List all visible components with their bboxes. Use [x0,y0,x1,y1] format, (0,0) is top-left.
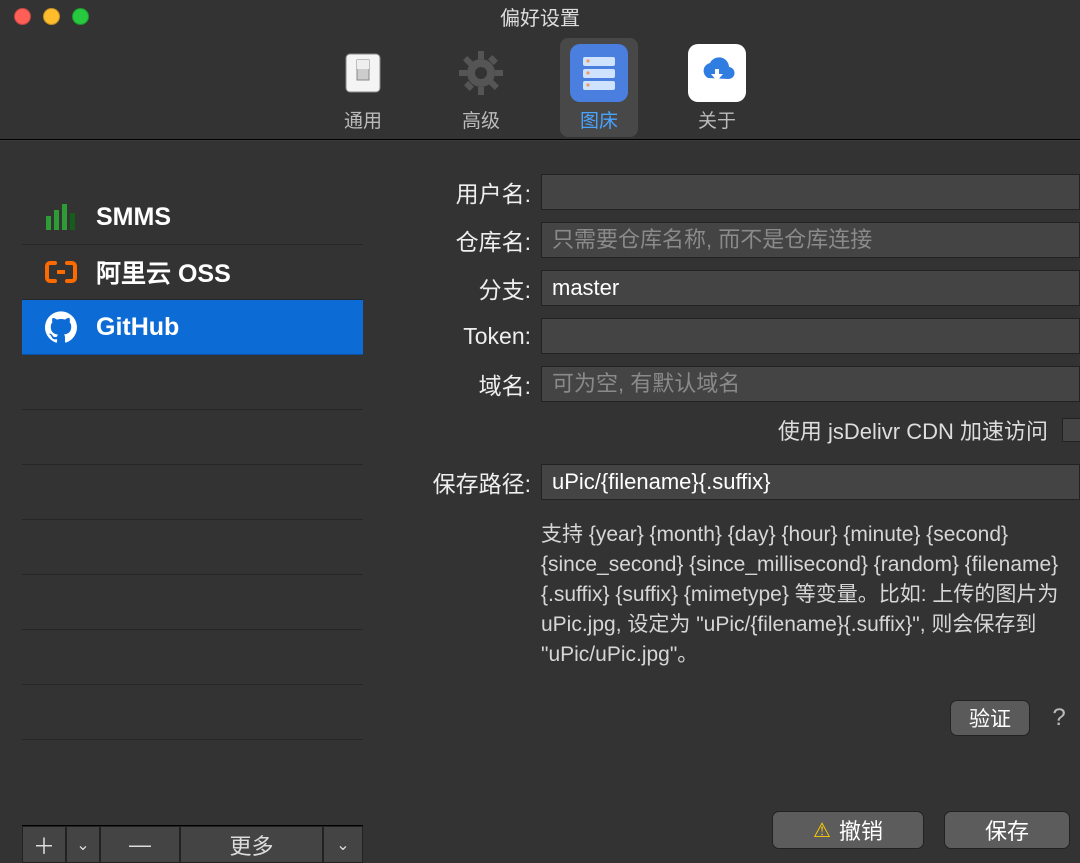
footer: ⚠ 撤销 保存 [363,791,1080,863]
switch-icon [334,44,392,102]
provider-sidebar: SMMS 阿里云 OSS GitHub [0,140,363,863]
settings-panel: 用户名: 仓库名: 分支: Token: 域名: 使用 jsDelivr CDN [363,140,1080,863]
revert-label: 撤销 [839,814,883,846]
tab-image-host-label: 图床 [580,106,618,133]
verify-button[interactable]: 验证 [950,700,1030,736]
tab-advanced-label: 高级 [462,106,500,133]
bracket-icon [44,255,78,289]
cdn-label: 使用 jsDelivr CDN 加速访问 [778,414,1048,446]
label-branch: 分支: [363,271,541,305]
cdn-checkbox[interactable] [1062,418,1080,442]
row-domain: 域名: [363,366,1080,402]
row-cdn: 使用 jsDelivr CDN 加速访问 [363,414,1080,446]
label-save-path: 保存路径: [363,465,541,499]
tab-general[interactable]: 通用 [324,38,402,137]
provider-label: SMMS [96,203,171,232]
body: SMMS 阿里云 OSS GitHub [0,140,1080,863]
add-provider-button[interactable]: ＋ [22,826,66,863]
save-path-input[interactable] [541,464,1080,500]
verify-row: 验证 ? [363,700,1080,736]
cloud-upload-icon [688,44,746,102]
titlebar: 偏好设置 [0,0,1080,32]
provider-smms[interactable]: SMMS [22,190,363,245]
gear-icon [452,44,510,102]
label-repo: 仓库名: [363,223,541,257]
github-icon [44,310,78,344]
provider-label: 阿里云 OSS [96,254,231,290]
label-token: Token: [363,323,541,350]
row-token: Token: [363,318,1080,354]
warning-icon: ⚠ [813,818,831,843]
help-button[interactable]: ? [1044,700,1074,736]
list-item [22,575,363,630]
add-provider-menu-button[interactable]: ⌄ [66,826,100,863]
window-title: 偏好设置 [0,2,1080,31]
provider-aliyun-oss[interactable]: 阿里云 OSS [22,245,363,300]
more-actions-button[interactable]: 更多 [180,826,323,863]
sidebar-actions: ＋ ⌄ — 更多 ⌄ [22,825,363,863]
username-input[interactable] [541,174,1080,210]
save-button[interactable]: 保存 [944,811,1070,849]
save-label: 保存 [985,814,1029,846]
tab-about[interactable]: 关于 [678,38,756,137]
list-item [22,630,363,685]
server-icon [570,44,628,102]
label-username: 用户名: [363,175,541,209]
token-input[interactable] [541,318,1080,354]
row-save-path: 保存路径: [363,464,1080,500]
tab-about-label: 关于 [698,106,736,133]
tab-image-host[interactable]: 图床 [560,38,638,137]
list-item [22,685,363,740]
remove-provider-button[interactable]: — [100,826,180,863]
list-item [22,355,363,410]
save-path-hint: 支持 {year} {month} {day} {hour} {minute} … [363,512,1080,670]
provider-label: GitHub [96,313,179,342]
tab-advanced[interactable]: 高级 [442,38,520,137]
row-repo: 仓库名: [363,222,1080,258]
preferences-toolbar: 通用 高级 [0,32,1080,140]
provider-github[interactable]: GitHub [22,300,363,355]
row-branch: 分支: [363,270,1080,306]
settings-form: 用户名: 仓库名: 分支: Token: 域名: 使用 jsDelivr CDN [363,174,1080,791]
revert-button[interactable]: ⚠ 撤销 [772,811,924,849]
label-domain: 域名: [363,367,541,401]
chevron-down-icon: ⌄ [336,835,349,855]
row-username: 用户名: [363,174,1080,210]
provider-list: SMMS 阿里云 OSS GitHub [22,190,363,825]
repo-input[interactable] [541,222,1080,258]
branch-input[interactable] [541,270,1080,306]
list-item [22,520,363,575]
domain-input[interactable] [541,366,1080,402]
list-item [22,410,363,465]
list-item [22,465,363,520]
more-actions-menu-button[interactable]: ⌄ [323,826,363,863]
bars-icon [44,200,78,234]
tab-general-label: 通用 [344,106,382,133]
chevron-down-icon: ⌄ [76,835,89,855]
